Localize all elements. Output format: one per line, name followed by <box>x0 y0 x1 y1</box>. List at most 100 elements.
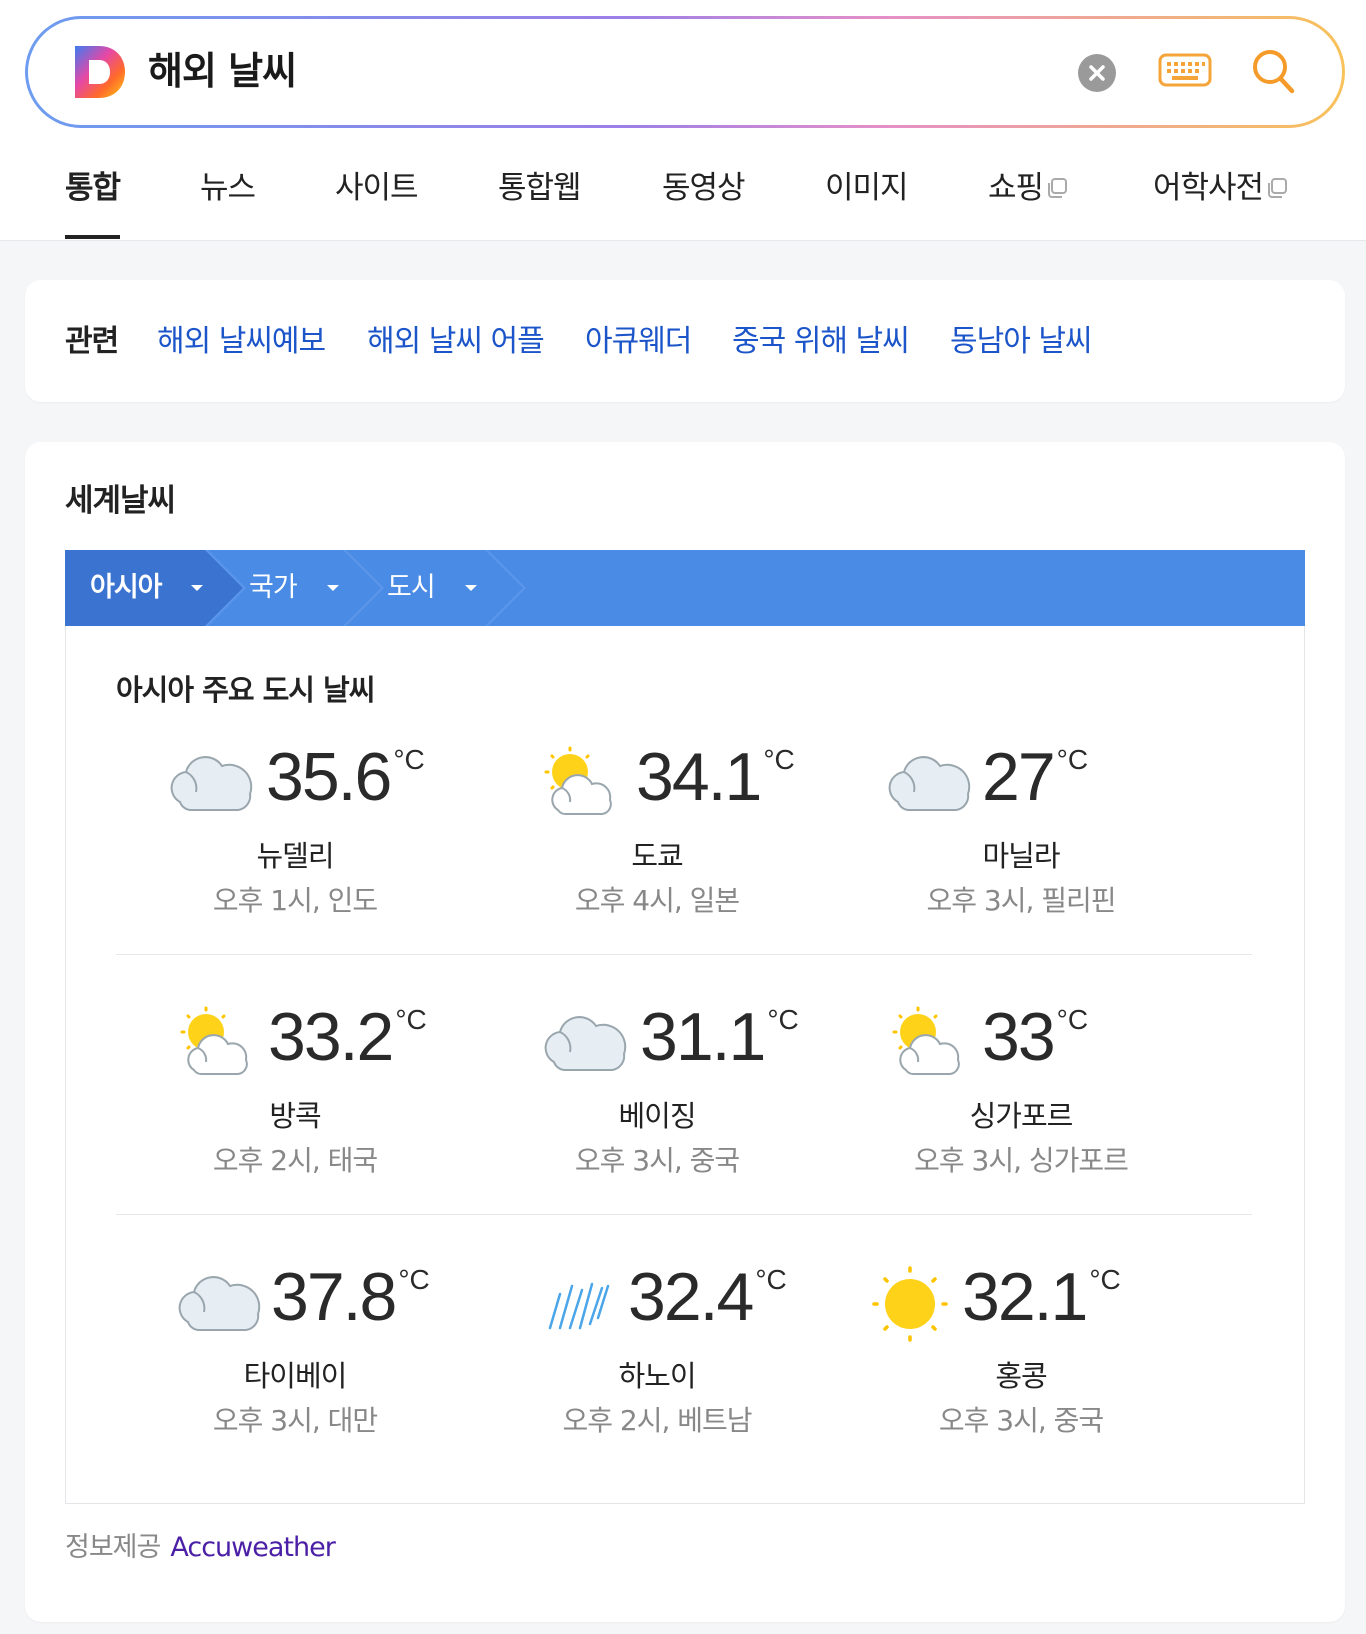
cloudy-icon <box>166 744 256 824</box>
tab-label: 통합웹 <box>498 170 582 206</box>
city-name: 도쿄 <box>631 839 683 873</box>
chevron-down-icon <box>191 585 203 591</box>
tab-label: 뉴스 <box>200 170 256 206</box>
city-weather-item[interactable]: 32.1 °C 홍콩 오후 3시, 중국 <box>832 1246 1210 1466</box>
temperature-value: 33 <box>982 999 1056 1075</box>
section-title: 세계날씨 <box>65 483 176 519</box>
tab-news[interactable]: 뉴스 <box>200 168 256 208</box>
partly-sunny-icon <box>884 1004 974 1084</box>
tab-label: 통합 <box>65 170 121 206</box>
tab-web[interactable]: 통합웹 <box>498 168 582 208</box>
temperature-value: 34.1 <box>636 739 762 815</box>
breadcrumb-city[interactable]: 도시 <box>365 550 505 626</box>
row-divider <box>116 954 1252 955</box>
temperature: 33.2 °C <box>268 992 427 1082</box>
temperature-value: 33.2 <box>268 999 394 1075</box>
city-name: 뉴델리 <box>256 839 334 873</box>
city-name: 싱가포르 <box>969 1099 1074 1133</box>
breadcrumb-country[interactable]: 국가 <box>225 550 365 626</box>
city-weather-item[interactable]: 34.1 °C 도쿄 오후 4시, 일본 <box>468 726 846 946</box>
city-time-country: 오후 2시, 태국 <box>212 1144 378 1177</box>
temperature-value: 32.1 <box>962 1259 1088 1335</box>
temperature-unit: °C <box>1056 1004 1089 1035</box>
row-divider <box>116 1214 1252 1215</box>
temperature-unit: °C <box>398 1264 430 1295</box>
temperature: 31.1 °C <box>640 992 799 1082</box>
city-weather-item[interactable]: 33 °C 싱가포르 오후 3시, 싱가포르 <box>832 986 1210 1206</box>
city-time-country: 오후 3시, 중국 <box>938 1404 1104 1437</box>
daum-logo-icon[interactable] <box>75 46 125 98</box>
related-link[interactable]: 동남아 날씨 <box>950 322 1093 362</box>
tab-site[interactable]: 사이트 <box>335 168 419 208</box>
cloudy-icon <box>174 1264 264 1344</box>
temperature: 32.4 °C <box>628 1252 787 1342</box>
temperature-unit: °C <box>755 1264 787 1295</box>
tab-label: 쇼핑 <box>988 170 1044 206</box>
external-link-icon <box>1045 170 1069 210</box>
chevron-down-icon <box>327 585 339 591</box>
cloudy-icon <box>884 744 974 824</box>
city-weather-item[interactable]: 27 °C 마닐라 오후 3시, 필리핀 <box>832 726 1210 946</box>
breadcrumb-continent[interactable]: 아시아 <box>65 550 225 626</box>
city-weather-item[interactable]: 37.8 °C 타이베이 오후 3시, 대만 <box>106 1246 484 1466</box>
temperature-value: 27 <box>982 739 1056 815</box>
temperature: 27 °C <box>982 732 1088 822</box>
tab-all[interactable]: 통합 <box>65 168 121 208</box>
chevron-down-icon <box>465 585 477 591</box>
keyboard-icon[interactable] <box>1158 53 1212 89</box>
partly-sunny-icon <box>536 744 626 824</box>
temperature: 34.1 °C <box>636 732 795 822</box>
city-weather-item[interactable]: 35.6 °C 뉴델리 오후 1시, 인도 <box>106 726 484 946</box>
sunny-icon <box>868 1264 958 1344</box>
external-link-icon <box>1265 170 1289 210</box>
city-time-country: 오후 4시, 일본 <box>574 884 740 917</box>
city-weather-panel: 아시아 주요 도시 날씨 35.6 °C 뉴델리 오후 1시, 인도 34.1 °C… <box>65 626 1305 1504</box>
city-name: 하노이 <box>618 1359 696 1393</box>
temperature-value: 32.4 <box>628 1259 754 1335</box>
city-name: 방콕 <box>269 1099 321 1133</box>
temperature: 32.1 °C <box>962 1252 1121 1342</box>
breadcrumb-label: 국가 <box>249 572 298 603</box>
city-weather-item[interactable]: 32.4 °C 하노이 오후 2시, 베트남 <box>468 1246 846 1466</box>
city-weather-item[interactable]: 31.1 °C 베이징 오후 3시, 중국 <box>468 986 846 1206</box>
header: 해외 날씨 통합 뉴스 사이트 통합웹 동영상 이미지 쇼핑 어학사전 <box>0 0 1366 241</box>
related-searches: 관련 해외 날씨예보 해외 날씨 어플 아큐웨더 중국 위해 날씨 동남아 날씨 <box>25 280 1345 402</box>
city-time-country: 오후 1시, 인도 <box>212 884 378 917</box>
panel-title: 아시아 주요 도시 날씨 <box>116 673 375 707</box>
temperature-unit: °C <box>763 744 795 775</box>
city-name: 타이베이 <box>243 1359 348 1393</box>
data-source: 정보제공 Accuweather <box>65 1530 336 1566</box>
temperature-unit: °C <box>395 1004 427 1035</box>
partly-sunny-icon <box>172 1004 262 1084</box>
search-icon[interactable] <box>1250 47 1296 97</box>
related-link[interactable]: 중국 위해 날씨 <box>732 322 910 362</box>
tab-label: 사이트 <box>335 170 419 206</box>
tab-image[interactable]: 이미지 <box>825 168 909 208</box>
tab-label: 어학사전 <box>1153 170 1264 206</box>
city-time-country: 오후 3시, 필리핀 <box>926 884 1116 917</box>
rain-icon <box>532 1264 622 1344</box>
source-link[interactable]: Accuweather <box>170 1532 335 1563</box>
breadcrumb-label: 아시아 <box>90 572 163 603</box>
related-link[interactable]: 해외 날씨 어플 <box>367 322 545 362</box>
city-weather-item[interactable]: 33.2 °C 방콕 오후 2시, 태국 <box>106 986 484 1206</box>
temperature-unit: °C <box>393 744 425 775</box>
source-label: 정보제공 <box>65 1532 161 1563</box>
tab-shopping[interactable]: 쇼핑 <box>988 168 1069 210</box>
clear-icon[interactable] <box>1078 54 1116 92</box>
tab-video[interactable]: 동영상 <box>662 168 746 208</box>
city-name: 홍콩 <box>995 1359 1047 1393</box>
search-input[interactable]: 해외 날씨 <box>148 47 297 95</box>
tab-dictionary[interactable]: 어학사전 <box>1153 168 1289 210</box>
city-time-country: 오후 3시, 대만 <box>212 1404 378 1437</box>
related-link[interactable]: 해외 날씨예보 <box>157 322 326 362</box>
breadcrumb-label: 도시 <box>387 572 436 603</box>
temperature: 35.6 °C <box>266 732 425 822</box>
active-tab-indicator <box>65 235 120 239</box>
temperature-value: 37.8 <box>271 1259 397 1335</box>
temperature: 37.8 °C <box>271 1252 430 1342</box>
temperature: 33 °C <box>982 992 1088 1082</box>
search-tabs: 통합 뉴스 사이트 통합웹 동영상 이미지 쇼핑 어학사전 <box>0 150 1366 240</box>
related-link[interactable]: 아큐웨더 <box>585 322 692 362</box>
cloudy-icon <box>540 1004 630 1084</box>
